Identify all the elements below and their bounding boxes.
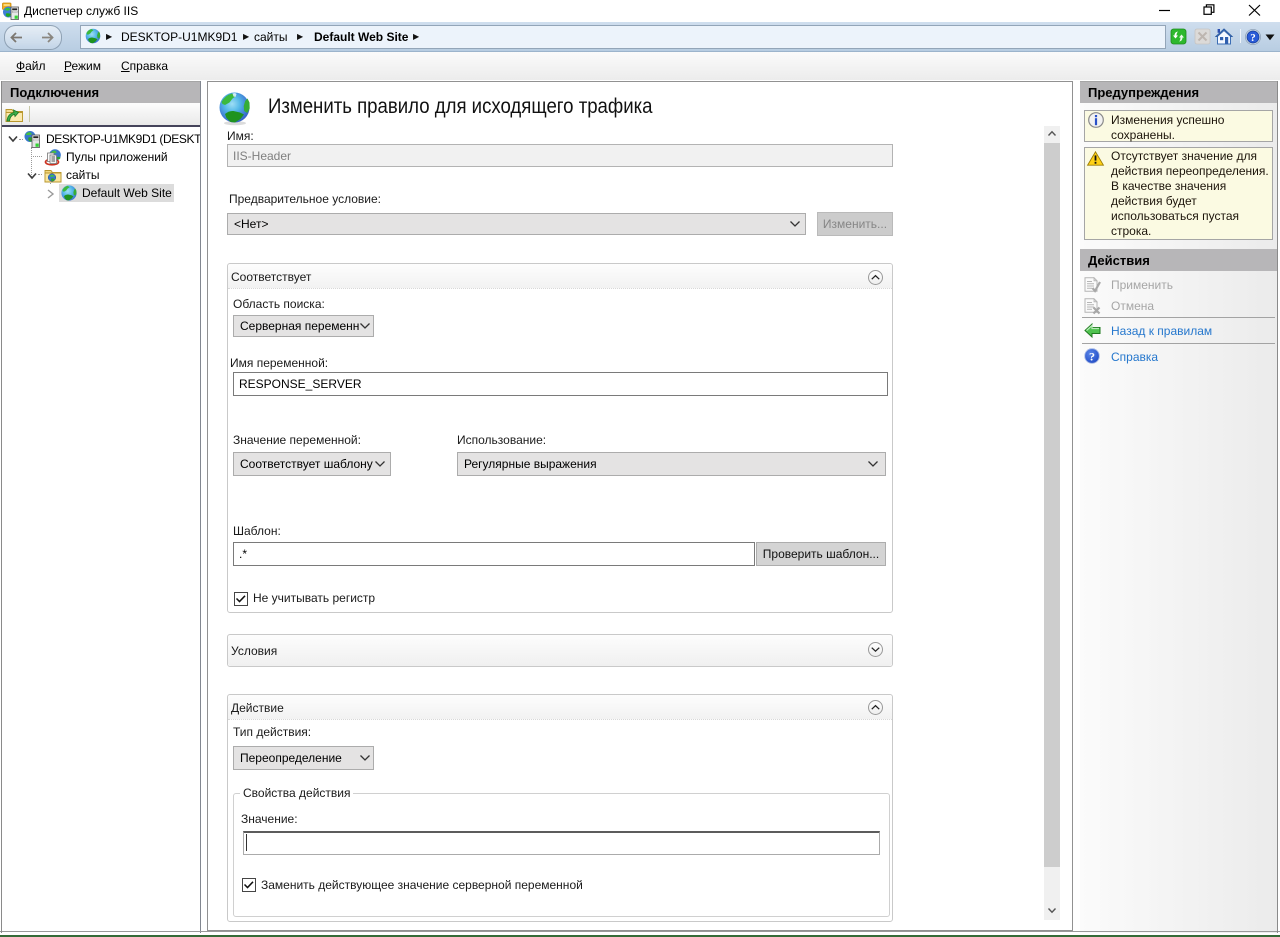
svg-text:?: ? — [1089, 349, 1095, 363]
svg-text:?: ? — [1250, 32, 1256, 44]
